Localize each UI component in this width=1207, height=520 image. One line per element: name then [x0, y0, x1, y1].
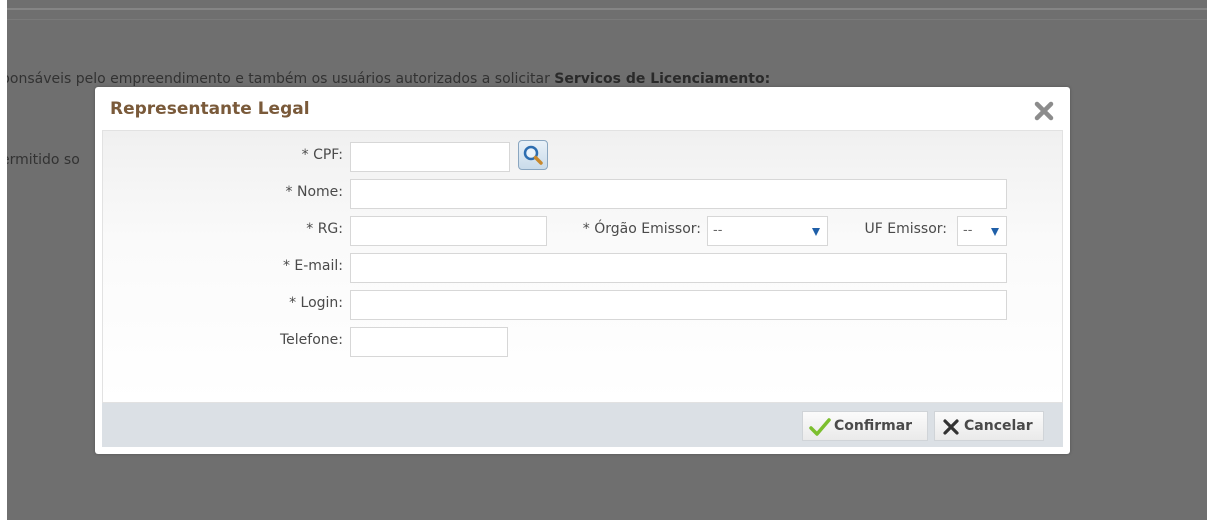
chevron-down-icon	[991, 228, 999, 236]
email-input[interactable]	[350, 253, 1007, 283]
divider	[7, 8, 1207, 10]
login-label: * Login:	[289, 295, 343, 311]
orgao-emissor-select[interactable]: --	[707, 216, 828, 246]
dialog-form: * CPF: * Nome: * RG: * Órgão Emissor: --…	[102, 130, 1063, 403]
checkmark-icon	[809, 418, 831, 436]
divider	[7, 19, 1207, 20]
rg-input[interactable]	[350, 216, 547, 246]
email-label: * E-mail:	[282, 258, 343, 274]
confirm-label: Confirmar	[834, 418, 913, 434]
cancel-label: Cancelar	[964, 418, 1033, 434]
magnifier-icon	[523, 145, 543, 165]
uf-emissor-value: --	[963, 223, 973, 238]
confirm-button[interactable]: Confirmar	[802, 411, 928, 441]
cpf-input[interactable]	[350, 142, 510, 172]
description-text: ponsáveis pelo empreendimento e também o…	[7, 71, 555, 87]
orgao-emissor-value: --	[713, 223, 723, 238]
chevron-down-icon	[812, 228, 820, 236]
cpf-label: * CPF:	[301, 147, 343, 163]
representante-legal-dialog: Representante Legal * CPF: * Nome: * RG:…	[95, 87, 1070, 454]
close-x-icon	[1034, 101, 1054, 121]
background-description-text: ponsáveis pelo empreendimento e também o…	[7, 71, 770, 87]
uf-emissor-label: UF Emissor:	[864, 221, 947, 237]
telefone-label: Telefone:	[280, 332, 343, 348]
orgao-emissor-label: * Órgão Emissor:	[582, 221, 701, 237]
cpf-search-button[interactable]	[518, 140, 548, 170]
nome-label: * Nome:	[285, 184, 343, 200]
cancel-button[interactable]: Cancelar	[934, 411, 1044, 441]
page-edge	[0, 0, 7, 520]
x-icon	[943, 419, 959, 435]
nome-input[interactable]	[350, 179, 1007, 209]
telefone-input[interactable]	[350, 327, 508, 357]
background-note-text: ermitido so	[7, 152, 80, 168]
dialog-title: Representante Legal	[110, 99, 310, 119]
dialog-footer: Confirmar Cancelar	[102, 403, 1063, 447]
close-button[interactable]	[1032, 99, 1056, 123]
description-bold-text: Servicos de Licenciamento:	[554, 71, 771, 87]
login-input[interactable]	[350, 290, 1007, 320]
uf-emissor-select[interactable]: --	[957, 216, 1007, 246]
rg-label: * RG:	[306, 221, 343, 237]
